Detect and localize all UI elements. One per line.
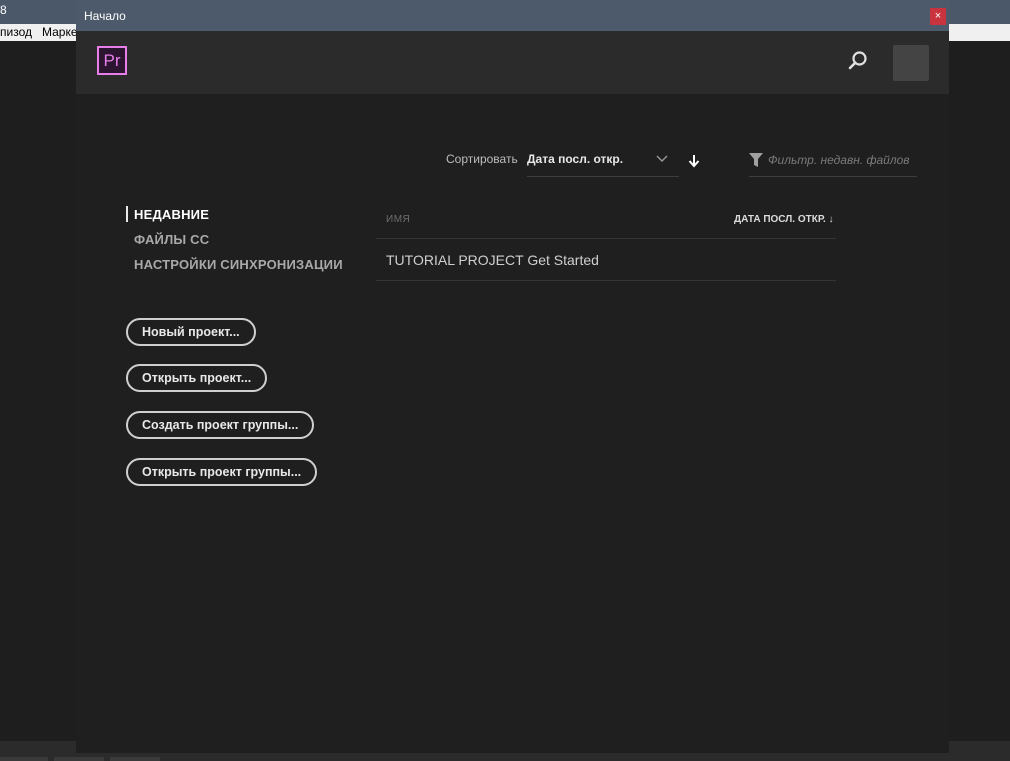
divider — [376, 280, 836, 281]
close-icon: × — [934, 10, 942, 22]
filter-input[interactable] — [768, 150, 916, 170]
nav-item-cc-files[interactable]: ФАЙЛЫ CC — [134, 232, 209, 247]
arrow-down-icon[interactable] — [688, 154, 700, 168]
menu-item-episode[interactable]: пизод — [0, 25, 32, 39]
column-header-date[interactable]: ДАТА ПОСЛ. ОТКР. ↓ — [734, 214, 834, 225]
start-dialog: Начало × Pr Сортировать Дата посл. откр.… — [76, 0, 949, 753]
avatar[interactable] — [893, 45, 929, 81]
menu-item-marker[interactable]: Марке — [42, 25, 78, 39]
open-project-button[interactable]: Открыть проект... — [126, 364, 268, 392]
background-tab[interactable] — [0, 757, 48, 761]
column-header-name[interactable]: ИМЯ — [386, 214, 410, 225]
background-tab[interactable] — [110, 757, 160, 761]
nav-item-recent[interactable]: НЕДАВНИЕ — [134, 207, 209, 222]
nav-active-indicator — [126, 206, 128, 222]
close-button[interactable]: × — [930, 8, 946, 25]
premiere-logo: Pr — [97, 46, 127, 75]
search-icon[interactable] — [847, 50, 869, 72]
create-team-project-button[interactable]: Создать проект группы... — [126, 411, 315, 439]
nav-item-sync-settings[interactable]: НАСТРОЙКИ СИНХРОНИЗАЦИИ — [134, 257, 343, 272]
dialog-title: Начало — [84, 9, 126, 23]
sort-label: Сортировать — [446, 152, 518, 166]
background-title: 8 — [0, 3, 7, 17]
list-item[interactable]: TUTORIAL PROJECT Get Started — [386, 252, 599, 268]
open-team-project-button[interactable]: Открыть проект группы... — [126, 458, 318, 486]
background-tab[interactable] — [54, 757, 104, 761]
sort-dropdown[interactable]: Дата посл. откр. — [527, 146, 679, 177]
new-project-button[interactable]: Новый проект... — [126, 318, 256, 346]
chevron-down-icon — [656, 155, 668, 162]
dialog-header: Pr — [76, 31, 949, 94]
sort-value: Дата посл. откр. — [527, 152, 624, 166]
dialog-titlebar[interactable]: Начало × — [76, 0, 949, 31]
divider — [376, 238, 836, 239]
filter-icon — [749, 153, 763, 167]
filter-field[interactable] — [749, 146, 917, 177]
